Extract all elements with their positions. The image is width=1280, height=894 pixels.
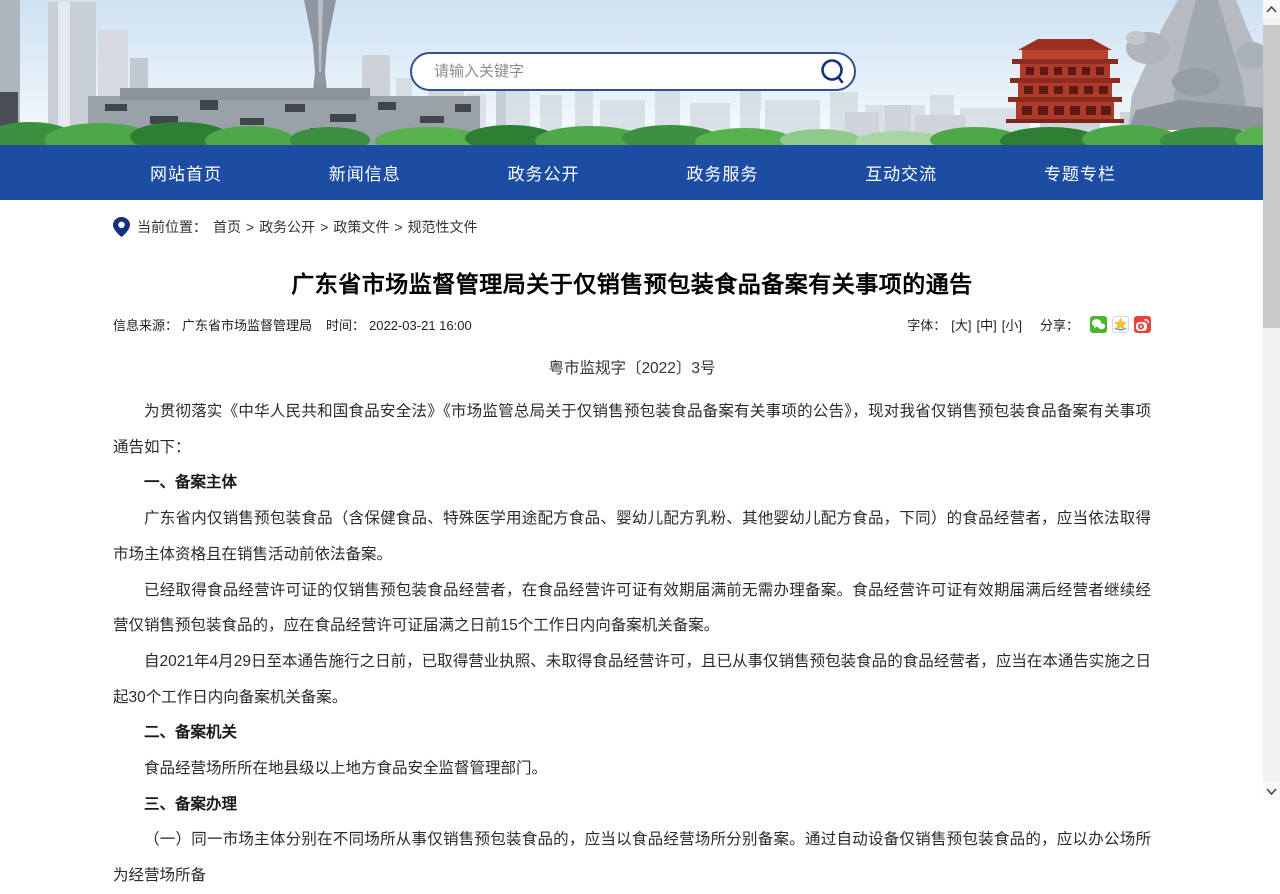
nav-item-home[interactable]: 网站首页 xyxy=(150,160,222,185)
wechat-bubbles-glyph xyxy=(1090,316,1107,333)
nav-item-gov-services[interactable]: 政务服务 xyxy=(686,160,758,185)
breadcrumb: 当前位置： 首页 > 政务公开 > 政策文件 > 规范性文件 xyxy=(113,217,1151,237)
paragraph: 广东省内仅销售预包装食品（含保健食品、特殊医学用途配方食品、婴幼儿配方乳粉、其他… xyxy=(113,501,1151,572)
article-meta: 信息来源： 广东省市场监督管理局时间： 2022-03-21 16:00 字体： [… xyxy=(113,315,1151,334)
breadcrumb-separator: > xyxy=(246,219,254,235)
search-icon xyxy=(819,58,847,86)
breadcrumb-item-home[interactable]: 首页 xyxy=(213,217,241,237)
font-size-medium-button[interactable]: [中] xyxy=(977,315,997,334)
time-value: 2022-03-21 16:00 xyxy=(369,318,472,333)
header-banner xyxy=(0,0,1280,145)
chevron-down-icon xyxy=(1266,788,1277,795)
main-navigation: 网站首页 新闻信息 政务公开 政务服务 互动交流 专题专栏 xyxy=(0,145,1280,200)
vertical-scrollbar[interactable] xyxy=(1263,0,1280,800)
breadcrumb-separator: > xyxy=(394,219,402,235)
breadcrumb-separator: > xyxy=(320,219,328,235)
chevron-up-icon xyxy=(1266,6,1277,13)
source-value: 广东省市场监督管理局 xyxy=(182,318,312,333)
font-size-large-button[interactable]: [大] xyxy=(951,315,971,334)
article-page: 当前位置： 首页 > 政务公开 > 政策文件 > 规范性文件 广东省市场监督管理… xyxy=(113,217,1151,894)
time-label: 时间： xyxy=(326,318,365,333)
document-number: 粤市监规字〔2022〕3号 xyxy=(113,356,1151,378)
paragraph: 自2021年4月29日至本通告施行之日前，已取得营业执照、未取得食品经营许可，且… xyxy=(113,644,1151,715)
scrollbar-thumb[interactable] xyxy=(1263,25,1280,328)
location-pin-icon xyxy=(113,217,130,237)
weibo-eye-glyph xyxy=(1134,316,1151,333)
breadcrumb-item-normative-docs[interactable]: 规范性文件 xyxy=(408,217,478,237)
scrollbar-up-arrow[interactable] xyxy=(1263,0,1280,18)
nav-item-interaction[interactable]: 互动交流 xyxy=(865,160,937,185)
section-heading-3: 三、备案办理 xyxy=(113,787,1151,823)
font-size-small-button[interactable]: [小] xyxy=(1002,315,1022,334)
search-button[interactable] xyxy=(818,57,848,87)
article-meta-right: 字体： [大] [中] [小] 分享： xyxy=(907,315,1151,334)
breadcrumb-item-policy-docs[interactable]: 政策文件 xyxy=(333,217,389,237)
qzone-share-icon[interactable] xyxy=(1112,316,1129,333)
nav-item-news[interactable]: 新闻信息 xyxy=(329,160,401,185)
nav-item-gov-info[interactable]: 政务公开 xyxy=(508,160,580,185)
nav-item-special-topics[interactable]: 专题专栏 xyxy=(1044,160,1116,185)
article-body: 为贯彻落实《中华人民共和国食品安全法》《市场监管总局关于仅销售预包装食品备案有关… xyxy=(113,394,1151,894)
weibo-share-icon[interactable] xyxy=(1134,316,1151,333)
paragraph: 为贯彻落实《中华人民共和国食品安全法》《市场监管总局关于仅销售预包装食品备案有关… xyxy=(113,394,1151,465)
font-size-label: 字体： xyxy=(907,315,946,334)
share-label: 分享： xyxy=(1040,315,1079,334)
breadcrumb-label: 当前位置： xyxy=(137,217,207,237)
article-meta-left: 信息来源： 广东省市场监督管理局时间： 2022-03-21 16:00 xyxy=(113,315,476,334)
paragraph: 食品经营场所所在地县级以上地方食品安全监督管理部门。 xyxy=(113,751,1151,787)
paragraph: 已经取得食品经营许可证的仅销售预包装食品经营者，在食品经营许可证有效期届满前无需… xyxy=(113,573,1151,644)
search-bar[interactable] xyxy=(410,52,856,91)
wechat-share-icon[interactable] xyxy=(1090,316,1107,333)
search-input[interactable] xyxy=(432,62,818,81)
section-heading-2: 二、备案机关 xyxy=(113,715,1151,751)
paragraph: （一）同一市场主体分别在不同场所从事仅销售预包装食品的，应当以食品经营场所分别备… xyxy=(113,822,1151,893)
page-title: 广东省市场监督管理局关于仅销售预包装食品备案有关事项的通告 xyxy=(113,265,1151,299)
scrollbar-down-arrow[interactable] xyxy=(1263,782,1280,800)
source-label: 信息来源： xyxy=(113,318,178,333)
breadcrumb-item-gov-info[interactable]: 政务公开 xyxy=(259,217,315,237)
qzone-star-glyph xyxy=(1113,317,1128,332)
section-heading-1: 一、备案主体 xyxy=(113,465,1151,501)
